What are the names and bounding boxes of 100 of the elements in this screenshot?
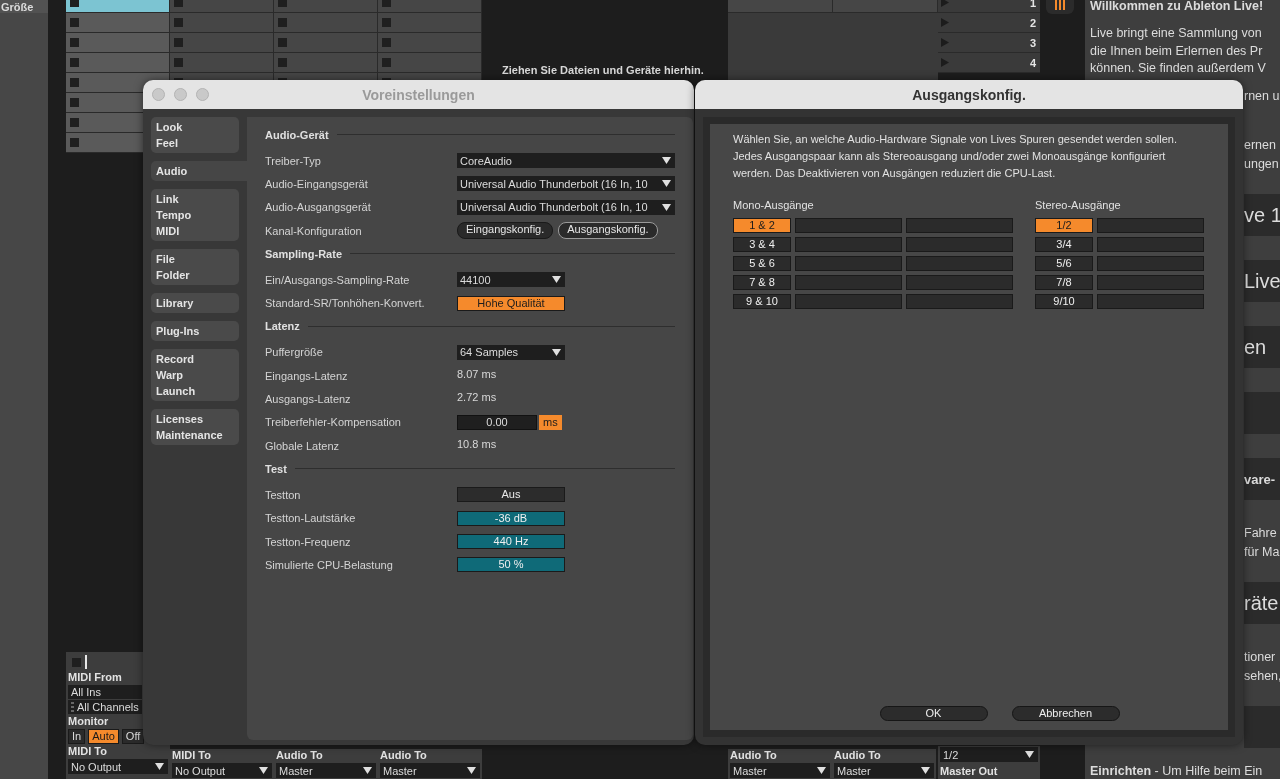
preferences-tab[interactable]: Plug-Ins	[151, 321, 239, 341]
clip-slot[interactable]	[274, 33, 378, 53]
lesson-tile[interactable]: räte	[1244, 582, 1280, 624]
output-slot[interactable]	[906, 218, 1013, 233]
output-slot[interactable]	[906, 256, 1013, 271]
clip-slot[interactable]	[66, 53, 170, 73]
preferences-tab[interactable]: Audio	[151, 161, 247, 181]
output-slot[interactable]	[1097, 256, 1204, 271]
output-slot[interactable]	[1097, 294, 1204, 309]
toggle-button[interactable]: Hohe Qualität	[457, 295, 565, 311]
stop-icon[interactable]	[278, 0, 287, 7]
number-field[interactable]: 0.00	[457, 414, 537, 430]
value-field[interactable]: 440 Hz	[457, 534, 565, 549]
output-dropdown[interactable]: No Output	[172, 763, 272, 778]
stop-icon[interactable]	[382, 38, 391, 47]
preferences-tab[interactable]: File Folder	[151, 249, 239, 285]
output-slot[interactable]	[795, 218, 902, 233]
dropdown[interactable]: CoreAudio	[457, 153, 675, 169]
channel-dropdown[interactable]: All Channels	[68, 700, 142, 714]
close-button[interactable]	[152, 88, 165, 101]
output-toggle[interactable]: 5/6	[1035, 256, 1093, 271]
output-slot[interactable]	[795, 294, 902, 309]
stop-icon[interactable]	[278, 38, 287, 47]
minimize-button[interactable]	[174, 88, 187, 101]
lesson-tile[interactable]: vare-	[1244, 458, 1280, 500]
clip-slot[interactable]	[378, 53, 482, 73]
output-slot[interactable]	[795, 256, 902, 271]
toggle-button[interactable]: Aus	[457, 487, 565, 503]
clip-slot[interactable]	[66, 33, 170, 53]
monitor-button[interactable]: Off	[121, 729, 145, 744]
lesson-tile[interactable]: en	[1244, 326, 1280, 368]
output-dropdown[interactable]: 1/2	[940, 747, 1038, 762]
output-slot[interactable]	[906, 237, 1013, 252]
clip-slot[interactable]	[170, 13, 274, 33]
stop-icon[interactable]	[278, 18, 287, 27]
input-dropdown[interactable]: All Ins	[68, 685, 142, 699]
value-field[interactable]: 50 %	[457, 557, 565, 573]
unit-button[interactable]: ms	[539, 414, 562, 430]
stop-icon[interactable]	[70, 0, 79, 7]
column-header[interactable]: Größe	[0, 0, 48, 13]
stop-icon[interactable]	[278, 58, 287, 67]
preferences-tab[interactable]: Look Feel	[151, 117, 239, 153]
stop-icon[interactable]	[382, 0, 391, 7]
output-toggle[interactable]: 1 & 2	[733, 218, 791, 233]
output-dropdown[interactable]: No Output	[68, 759, 168, 774]
stop-icon[interactable]	[174, 0, 183, 7]
output-slot[interactable]	[795, 237, 902, 252]
output-dropdown[interactable]: Master	[380, 763, 480, 778]
monitor-button[interactable]: Auto	[88, 729, 119, 744]
clip-slot[interactable]	[274, 13, 378, 33]
stop-icon[interactable]	[72, 657, 81, 667]
clip-slot[interactable]	[833, 0, 938, 13]
output-slot[interactable]	[795, 275, 902, 290]
dialog-button[interactable]: OK	[879, 706, 988, 721]
lesson-tile[interactable]	[1244, 706, 1280, 748]
preferences-tab[interactable]: Licenses Maintenance	[151, 409, 239, 445]
dropdown[interactable]: 64 Samples	[457, 344, 565, 360]
stop-icon[interactable]	[70, 38, 79, 47]
config-button[interactable]: Eingangskonfig.	[457, 222, 554, 240]
output-slot[interactable]	[1097, 275, 1204, 290]
output-toggle[interactable]: 9 & 10	[733, 294, 791, 309]
output-dropdown[interactable]: Master	[834, 763, 934, 778]
clip-slot[interactable]	[378, 13, 482, 33]
preferences-tab[interactable]: Link Tempo MIDI	[151, 189, 239, 241]
stop-icon[interactable]	[382, 58, 391, 67]
play-icon[interactable]	[941, 58, 949, 67]
output-dropdown[interactable]: Master	[730, 763, 830, 778]
clip-slot[interactable]	[170, 33, 274, 53]
preferences-tab[interactable]: Record Warp Launch	[151, 349, 239, 401]
clip-slot[interactable]	[274, 53, 378, 73]
output-toggle[interactable]: 7/8	[1035, 275, 1093, 290]
bars-icon[interactable]	[1046, 0, 1074, 14]
output-toggle[interactable]: 7 & 8	[733, 275, 791, 290]
stop-icon[interactable]	[70, 118, 79, 127]
lesson-tile[interactable]: Live	[1244, 260, 1280, 302]
config-button[interactable]: Ausgangskonfig.	[558, 222, 658, 240]
stop-icon[interactable]	[70, 18, 79, 27]
output-toggle[interactable]: 9/10	[1035, 294, 1093, 309]
stop-icon[interactable]	[70, 78, 79, 87]
output-toggle[interactable]: 5 & 6	[733, 256, 791, 271]
output-slot[interactable]	[1097, 237, 1204, 252]
monitor-button[interactable]: In	[68, 729, 86, 744]
output-slot[interactable]	[906, 275, 1013, 290]
clip-slot[interactable]	[378, 33, 482, 53]
play-icon[interactable]	[941, 38, 949, 47]
output-toggle[interactable]: 3 & 4	[733, 237, 791, 252]
stop-icon[interactable]	[70, 138, 79, 147]
clip-slot[interactable]	[66, 13, 170, 33]
zoom-button[interactable]	[196, 88, 209, 101]
value-field[interactable]: -36 dB	[457, 510, 565, 526]
stop-icon[interactable]	[70, 98, 79, 107]
dropdown[interactable]: 44100	[457, 272, 565, 288]
play-icon[interactable]	[941, 0, 949, 7]
output-toggle[interactable]: 3/4	[1035, 237, 1093, 252]
output-dropdown[interactable]: Master	[276, 763, 376, 778]
output-toggle[interactable]: 1/2	[1035, 218, 1093, 233]
dialog-button[interactable]: Abbrechen	[1011, 706, 1120, 721]
lesson-tile[interactable]	[1244, 392, 1280, 434]
output-slot[interactable]	[906, 294, 1013, 309]
stop-icon[interactable]	[174, 18, 183, 27]
